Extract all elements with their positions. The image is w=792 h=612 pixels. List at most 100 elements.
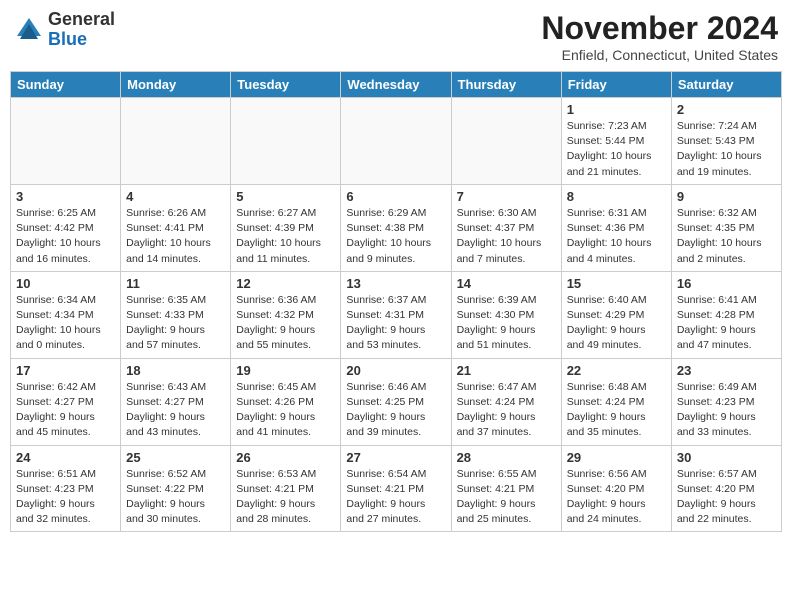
day-number: 8 [567,189,666,204]
day-number: 10 [16,276,115,291]
day-number: 22 [567,363,666,378]
calendar-week-row: 17 Sunrise: 6:42 AM Sunset: 4:27 PM Dayli… [11,358,782,445]
day-number: 12 [236,276,335,291]
day-number: 21 [457,363,556,378]
day-detail: Sunrise: 6:26 AM Sunset: 4:41 PM Dayligh… [126,206,225,267]
day-detail: Sunrise: 6:54 AM Sunset: 4:21 PM Dayligh… [346,467,445,528]
calendar-cell: 4 Sunrise: 6:26 AM Sunset: 4:41 PM Daylig… [121,184,231,271]
day-number: 18 [126,363,225,378]
month-title: November 2024 [541,10,778,47]
calendar-cell: 2Sunrise: 7:24 AM Sunset: 5:43 PM Daylig… [671,98,781,185]
day-number: 6 [346,189,445,204]
calendar-cell: 27Sunrise: 6:54 AM Sunset: 4:21 PM Dayli… [341,445,451,532]
logo: General Blue [14,10,115,50]
calendar-cell: 25 Sunrise: 6:52 AM Sunset: 4:22 PM Dayli… [121,445,231,532]
location-subtitle: Enfield, Connecticut, United States [541,47,778,63]
day-detail: Sunrise: 6:35 AM Sunset: 4:33 PM Dayligh… [126,293,225,354]
calendar-cell [451,98,561,185]
day-number: 15 [567,276,666,291]
day-detail: Sunrise: 6:55 AM Sunset: 4:21 PM Dayligh… [457,467,556,528]
calendar-cell: 3 Sunrise: 6:25 AM Sunset: 4:42 PM Daylig… [11,184,121,271]
day-detail: Sunrise: 6:39 AM Sunset: 4:30 PM Dayligh… [457,293,556,354]
day-of-week-header: Monday [121,72,231,98]
calendar-cell [121,98,231,185]
calendar-cell: 6 Sunrise: 6:29 AM Sunset: 4:38 PM Daylig… [341,184,451,271]
calendar-cell: 24 Sunrise: 6:51 AM Sunset: 4:23 PM Dayli… [11,445,121,532]
day-detail: Sunrise: 6:57 AM Sunset: 4:20 PM Dayligh… [677,467,776,528]
title-block: November 2024 Enfield, Connecticut, Unit… [541,10,778,63]
day-detail: Sunrise: 6:36 AM Sunset: 4:32 PM Dayligh… [236,293,335,354]
day-of-week-header: Saturday [671,72,781,98]
calendar-cell: 22Sunrise: 6:48 AM Sunset: 4:24 PM Dayli… [561,358,671,445]
day-header-row: SundayMondayTuesdayWednesdayThursdayFrid… [11,72,782,98]
calendar-cell [341,98,451,185]
calendar-cell [231,98,341,185]
calendar-cell: 16 Sunrise: 6:41 AM Sunset: 4:28 PM Dayli… [671,271,781,358]
calendar-body: 1 Sunrise: 7:23 AM Sunset: 5:44 PM Daylig… [11,98,782,532]
day-number: 4 [126,189,225,204]
day-number: 7 [457,189,556,204]
calendar-cell: 14Sunrise: 6:39 AM Sunset: 4:30 PM Dayli… [451,271,561,358]
day-number: 17 [16,363,115,378]
day-number: 9 [677,189,776,204]
day-detail: Sunrise: 6:46 AM Sunset: 4:25 PM Dayligh… [346,380,445,441]
calendar-cell [11,98,121,185]
day-detail: Sunrise: 6:32 AM Sunset: 4:35 PM Dayligh… [677,206,776,267]
day-detail: Sunrise: 6:37 AM Sunset: 4:31 PM Dayligh… [346,293,445,354]
day-number: 1 [567,102,666,117]
day-detail: Sunrise: 6:30 AM Sunset: 4:37 PM Dayligh… [457,206,556,267]
day-number: 3 [16,189,115,204]
day-of-week-header: Tuesday [231,72,341,98]
calendar-cell: 28 Sunrise: 6:55 AM Sunset: 4:21 PM Dayli… [451,445,561,532]
calendar-cell: 8 Sunrise: 6:31 AM Sunset: 4:36 PM Daylig… [561,184,671,271]
day-number: 2 [677,102,776,117]
calendar-cell: 19Sunrise: 6:45 AM Sunset: 4:26 PM Dayli… [231,358,341,445]
logo-icon [14,15,44,45]
calendar-week-row: 3 Sunrise: 6:25 AM Sunset: 4:42 PM Daylig… [11,184,782,271]
calendar-header: SundayMondayTuesdayWednesdayThursdayFrid… [11,72,782,98]
day-number: 30 [677,450,776,465]
day-number: 5 [236,189,335,204]
calendar-cell: 1 Sunrise: 7:23 AM Sunset: 5:44 PM Daylig… [561,98,671,185]
calendar-cell: 9 Sunrise: 6:32 AM Sunset: 4:35 PM Daylig… [671,184,781,271]
day-detail: Sunrise: 6:56 AM Sunset: 4:20 PM Dayligh… [567,467,666,528]
calendar-cell: 23Sunrise: 6:49 AM Sunset: 4:23 PM Dayli… [671,358,781,445]
day-detail: Sunrise: 6:31 AM Sunset: 4:36 PM Dayligh… [567,206,666,267]
day-number: 25 [126,450,225,465]
calendar-cell: 15 Sunrise: 6:40 AM Sunset: 4:29 PM Dayli… [561,271,671,358]
day-detail: Sunrise: 6:51 AM Sunset: 4:23 PM Dayligh… [16,467,115,528]
calendar-cell: 21 Sunrise: 6:47 AM Sunset: 4:24 PM Dayli… [451,358,561,445]
calendar-cell: 7 Sunrise: 6:30 AM Sunset: 4:37 PM Daylig… [451,184,561,271]
day-number: 28 [457,450,556,465]
calendar-week-row: 1 Sunrise: 7:23 AM Sunset: 5:44 PM Daylig… [11,98,782,185]
day-detail: Sunrise: 6:52 AM Sunset: 4:22 PM Dayligh… [126,467,225,528]
day-number: 11 [126,276,225,291]
calendar-cell: 5 Sunrise: 6:27 AM Sunset: 4:39 PM Daylig… [231,184,341,271]
day-number: 20 [346,363,445,378]
logo-general-text: General [48,9,115,29]
day-detail: Sunrise: 6:27 AM Sunset: 4:39 PM Dayligh… [236,206,335,267]
day-detail: Sunrise: 6:41 AM Sunset: 4:28 PM Dayligh… [677,293,776,354]
day-detail: Sunrise: 6:49 AM Sunset: 4:23 PM Dayligh… [677,380,776,441]
day-number: 24 [16,450,115,465]
calendar-week-row: 24 Sunrise: 6:51 AM Sunset: 4:23 PM Dayli… [11,445,782,532]
calendar-cell: 18 Sunrise: 6:43 AM Sunset: 4:27 PM Dayli… [121,358,231,445]
day-detail: Sunrise: 6:47 AM Sunset: 4:24 PM Dayligh… [457,380,556,441]
day-detail: Sunrise: 6:45 AM Sunset: 4:26 PM Dayligh… [236,380,335,441]
calendar-cell: 11 Sunrise: 6:35 AM Sunset: 4:33 PM Dayli… [121,271,231,358]
logo-blue-text: Blue [48,29,87,49]
day-detail: Sunrise: 6:25 AM Sunset: 4:42 PM Dayligh… [16,206,115,267]
day-of-week-header: Thursday [451,72,561,98]
calendar-cell: 20 Sunrise: 6:46 AM Sunset: 4:25 PM Dayli… [341,358,451,445]
day-number: 16 [677,276,776,291]
calendar-cell: 29 Sunrise: 6:56 AM Sunset: 4:20 PM Dayli… [561,445,671,532]
day-detail: Sunrise: 6:42 AM Sunset: 4:27 PM Dayligh… [16,380,115,441]
day-detail: Sunrise: 6:43 AM Sunset: 4:27 PM Dayligh… [126,380,225,441]
calendar-cell: 30 Sunrise: 6:57 AM Sunset: 4:20 PM Dayli… [671,445,781,532]
calendar-cell: 12 Sunrise: 6:36 AM Sunset: 4:32 PM Dayli… [231,271,341,358]
day-detail: Sunrise: 7:23 AM Sunset: 5:44 PM Dayligh… [567,119,666,180]
day-detail: Sunrise: 6:40 AM Sunset: 4:29 PM Dayligh… [567,293,666,354]
calendar-cell: 17 Sunrise: 6:42 AM Sunset: 4:27 PM Dayli… [11,358,121,445]
day-number: 29 [567,450,666,465]
day-detail: Sunrise: 6:29 AM Sunset: 4:38 PM Dayligh… [346,206,445,267]
